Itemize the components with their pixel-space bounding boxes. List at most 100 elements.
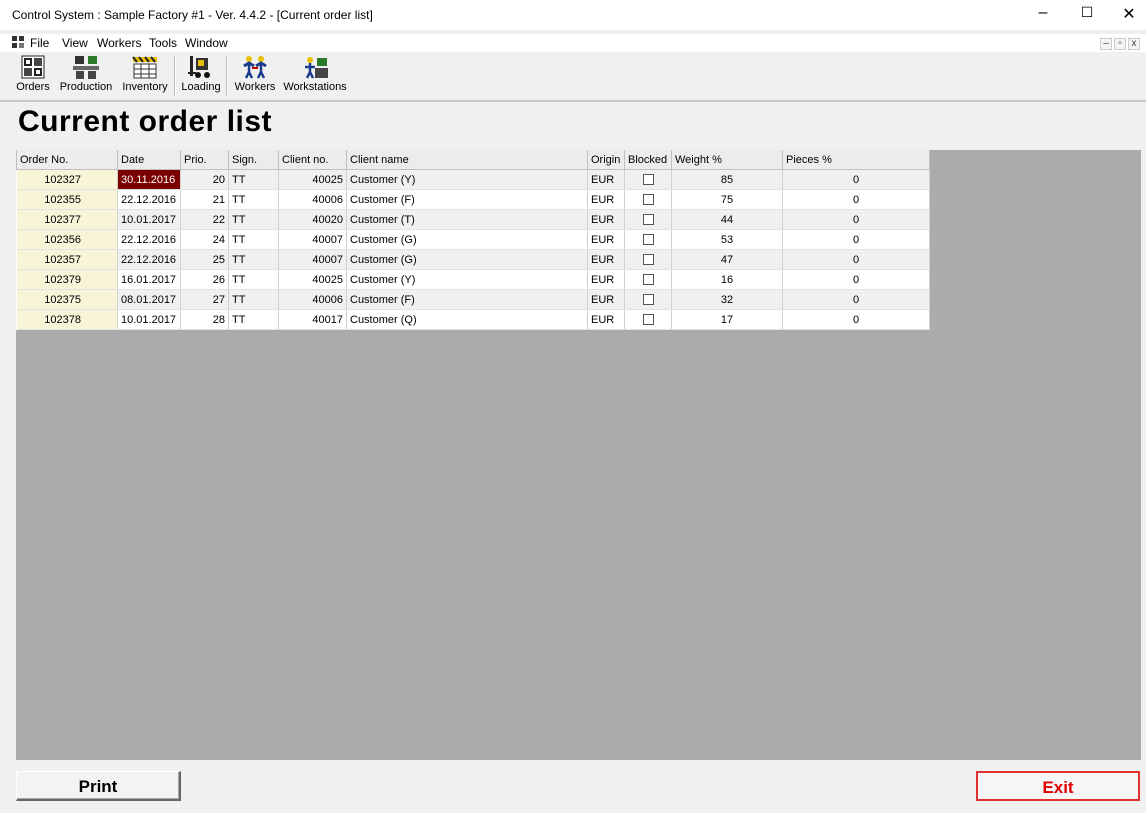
cell-client-name[interactable]: Customer (Q) [346,309,588,330]
cell-blocked[interactable] [624,189,672,210]
cell-blocked[interactable] [624,229,672,250]
cell-date[interactable]: 22.12.2016 [117,249,181,270]
table-row[interactable]: 102356 22.12.2016 24 TT 40007 Customer (… [16,229,930,250]
cell-origin[interactable]: EUR [587,189,625,210]
table-row[interactable]: 102327 30.11.2016 20 TT 40025 Customer (… [16,169,930,190]
cell-client-no[interactable]: 40006 [278,189,347,210]
app-icon[interactable] [12,36,24,48]
cell-weight[interactable]: 16 [671,269,783,290]
cell-blocked[interactable] [624,289,672,310]
col-header-date[interactable]: Date [117,150,181,170]
cell-order-no[interactable]: 102357 [16,249,118,270]
cell-origin[interactable]: EUR [587,229,625,250]
blocked-checkbox[interactable] [642,254,654,266]
cell-client-no[interactable]: 40006 [278,289,347,310]
cell-pieces[interactable]: 0 [782,189,930,210]
cell-weight[interactable]: 47 [671,249,783,270]
col-header-order-no[interactable]: Order No. [16,150,118,170]
exit-button[interactable]: Exit [976,771,1140,801]
col-header-client-name[interactable]: Client name [346,150,588,170]
blocked-checkbox[interactable] [642,234,654,246]
cell-date[interactable]: 10.01.2017 [117,309,181,330]
cell-client-name[interactable]: Customer (F) [346,289,588,310]
cell-weight[interactable]: 53 [671,229,783,250]
cell-prio[interactable]: 22 [180,209,229,230]
inventory-button[interactable]: Inventory [120,53,170,97]
cell-weight[interactable]: 44 [671,209,783,230]
cell-prio[interactable]: 28 [180,309,229,330]
cell-date[interactable]: 30.11.2016 [117,169,181,190]
cell-origin[interactable]: EUR [587,269,625,290]
cell-sign[interactable]: TT [228,249,279,270]
maximize-button[interactable]: ☐ [1072,4,1102,21]
cell-order-no[interactable]: 102327 [16,169,118,190]
col-header-sign[interactable]: Sign. [228,150,279,170]
cell-client-name[interactable]: Customer (G) [346,229,588,250]
cell-prio[interactable]: 20 [180,169,229,190]
cell-prio[interactable]: 21 [180,189,229,210]
loading-button[interactable]: Loading [180,53,222,97]
orders-button[interactable]: Orders [16,53,50,97]
cell-pieces[interactable]: 0 [782,169,930,190]
cell-order-no[interactable]: 102356 [16,229,118,250]
table-row[interactable]: 102379 16.01.2017 26 TT 40025 Customer (… [16,269,930,290]
cell-origin[interactable]: EUR [587,249,625,270]
blocked-checkbox[interactable] [642,294,654,306]
cell-prio[interactable]: 25 [180,249,229,270]
menu-workers[interactable]: Workers [97,36,141,50]
mdi-restore-button[interactable]: ▫ [1114,38,1126,50]
cell-order-no[interactable]: 102375 [16,289,118,310]
cell-pieces[interactable]: 0 [782,249,930,270]
table-row[interactable]: 102377 10.01.2017 22 TT 40020 Customer (… [16,209,930,230]
cell-origin[interactable]: EUR [587,309,625,330]
mdi-close-button[interactable]: x [1128,38,1140,50]
cell-client-name[interactable]: Customer (G) [346,249,588,270]
cell-client-name[interactable]: Customer (F) [346,189,588,210]
cell-weight[interactable]: 17 [671,309,783,330]
blocked-checkbox[interactable] [642,214,654,226]
cell-blocked[interactable] [624,269,672,290]
cell-date[interactable]: 16.01.2017 [117,269,181,290]
cell-weight[interactable]: 85 [671,169,783,190]
cell-order-no[interactable]: 102377 [16,209,118,230]
cell-order-no[interactable]: 102355 [16,189,118,210]
table-row[interactable]: 102375 08.01.2017 27 TT 40006 Customer (… [16,289,930,310]
close-button[interactable]: ✕ [1114,4,1144,24]
cell-blocked[interactable] [624,249,672,270]
cell-sign[interactable]: TT [228,309,279,330]
cell-pieces[interactable]: 0 [782,309,930,330]
col-header-pieces[interactable]: Pieces % [782,150,930,170]
cell-client-no[interactable]: 40020 [278,209,347,230]
cell-sign[interactable]: TT [228,269,279,290]
cell-date[interactable]: 22.12.2016 [117,229,181,250]
cell-blocked[interactable] [624,209,672,230]
table-row[interactable]: 102355 22.12.2016 21 TT 40006 Customer (… [16,189,930,210]
mdi-minimize-button[interactable]: – [1100,38,1112,50]
cell-client-no[interactable]: 40025 [278,169,347,190]
menu-window[interactable]: Window [185,36,228,50]
blocked-checkbox[interactable] [642,314,654,326]
menu-view[interactable]: View [62,36,88,50]
blocked-checkbox[interactable] [642,194,654,206]
cell-date[interactable]: 10.01.2017 [117,209,181,230]
minimize-button[interactable]: – [1028,4,1058,22]
cell-origin[interactable]: EUR [587,209,625,230]
cell-prio[interactable]: 27 [180,289,229,310]
table-row[interactable]: 102357 22.12.2016 25 TT 40007 Customer (… [16,249,930,270]
cell-client-no[interactable]: 40007 [278,249,347,270]
cell-prio[interactable]: 26 [180,269,229,290]
cell-client-no[interactable]: 40025 [278,269,347,290]
cell-order-no[interactable]: 102379 [16,269,118,290]
cell-client-name[interactable]: Customer (Y) [346,269,588,290]
cell-origin[interactable]: EUR [587,169,625,190]
cell-sign[interactable]: TT [228,229,279,250]
cell-weight[interactable]: 75 [671,189,783,210]
col-header-origin[interactable]: Origin [587,150,625,170]
cell-sign[interactable]: TT [228,169,279,190]
cell-prio[interactable]: 24 [180,229,229,250]
menu-tools[interactable]: Tools [149,36,177,50]
table-row[interactable]: 102378 10.01.2017 28 TT 40017 Customer (… [16,309,930,330]
production-button[interactable]: Production [56,53,116,97]
cell-date[interactable]: 22.12.2016 [117,189,181,210]
col-header-blocked[interactable]: Blocked [624,150,672,170]
